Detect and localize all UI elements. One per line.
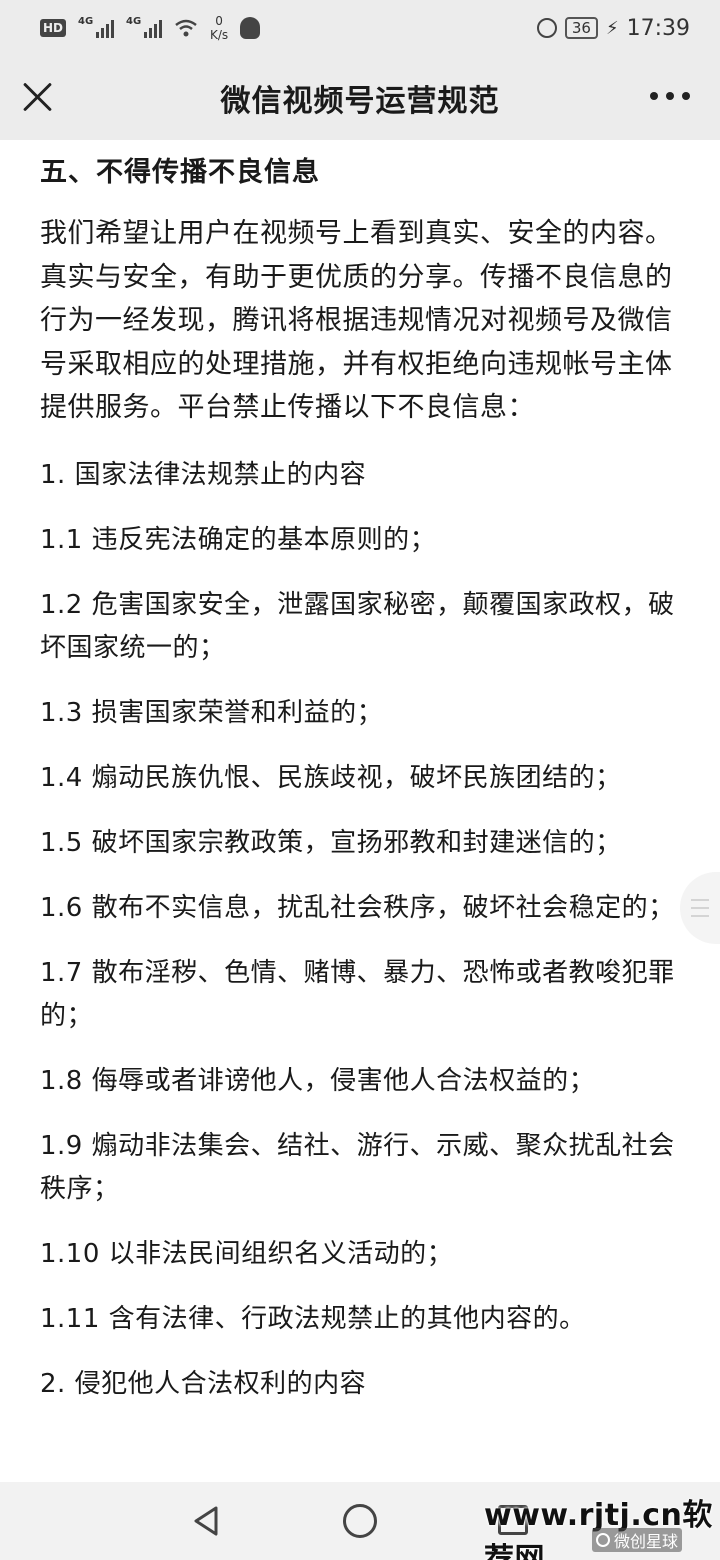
watermark-sub: 微创星球 [592,1528,683,1552]
speed-unit: K/s [210,28,229,42]
watermark-sub-label: 微创星球 [614,1532,679,1551]
list-item: 1.5 破坏国家宗教政策，宣扬邪教和封建迷信的； [40,827,622,858]
list-item: 1.8 侮辱或者诽谤他人，侵害他人合法权益的； [40,1065,596,1096]
intro-paragraph: 我们希望让用户在视频号上看到真实、安全的内容。真实与安全，有助于更优质的分享。传… [40,218,673,423]
article-body: 五、不得传播不良信息 我们希望让用户在视频号上看到真实、安全的内容。真实与安全，… [40,140,690,1406]
home-icon[interactable] [343,1504,377,1538]
section-heading: 五、不得传播不良信息 [40,157,320,188]
battery-level: 36 [564,17,598,39]
network-speed: 0 K/s [210,14,228,42]
list-item: 1.6 散布不实信息，扰乱社会秩序，破坏社会稳定的； [40,892,675,923]
charging-icon: ⚡ [605,17,619,39]
sim2-label: 4G [126,16,142,27]
qq-icon [240,17,261,39]
signal-icon: 4G [78,16,115,38]
alarm-icon [536,18,557,38]
list-item: 1. 国家法律法规禁止的内容 [40,459,367,490]
list-item: 1.4 煽动民族仇恨、民族歧视，破坏民族团结的； [40,762,622,793]
list-item: 2. 侵犯他人合法权利的内容 [40,1368,367,1399]
close-icon[interactable] [22,80,54,112]
clock: 17:39 [626,15,690,41]
hd-badge: HD [40,19,67,37]
list-item: 1.2 危害国家安全，泄露国家秘密，颠覆国家政权，破坏国家统一的； [40,589,675,663]
list-item: 1.9 煽动非法集会、结社、游行、示威、聚众扰乱社会秩序； [40,1130,675,1204]
list-item: 1.7 散布淫秽、色情、赌博、暴力、恐怖或者教唆犯罪的； [40,957,675,1031]
speed-value: 0 [215,14,223,28]
page-title: 微信视频号运营规范 [220,84,500,119]
list-item: 1.10 以非法民间组织名义活动的； [40,1238,454,1269]
list-item: 1.11 含有法律、行政法规禁止的其他内容的。 [40,1303,586,1334]
system-nav-bar: www.rjtj.cn软荐网 微创星球 [0,1482,720,1560]
status-bar: HD 4G 4G 0 K/s 36 ⚡ 17:39 [0,0,720,56]
sim1-label: 4G [78,16,94,27]
wifi-icon [174,18,198,38]
list-item: 1.1 违反宪法确定的基本原则的； [40,524,437,555]
list-item: 1.3 损害国家荣誉和利益的； [40,697,384,728]
signal-icon-2: 4G [126,16,163,38]
wechat-icon [596,1533,610,1547]
back-icon[interactable] [190,1504,224,1538]
title-bar: 微信视频号运营规范 [0,56,720,140]
more-options-icon[interactable] [650,92,690,100]
